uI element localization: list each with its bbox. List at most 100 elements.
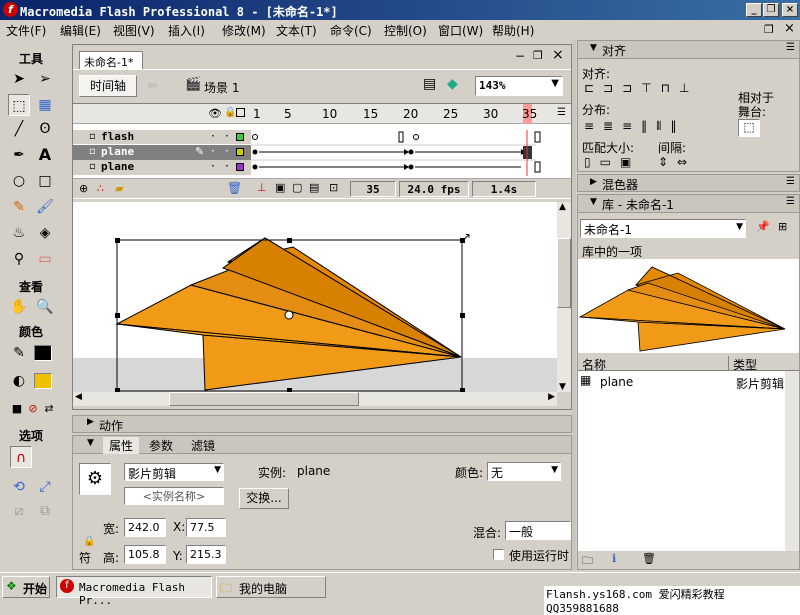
fill-color-swatch[interactable]	[34, 373, 52, 389]
stroke-color-swatch[interactable]	[34, 345, 52, 361]
panel-menu-icon[interactable]: ☰	[786, 196, 795, 207]
relative-to-stage-toggle[interactable]: ⬚	[738, 119, 760, 137]
edit-symbol-icon[interactable]: ◆	[447, 76, 458, 92]
color-select[interactable]: 无 ▼	[487, 462, 561, 481]
distribute-buttons[interactable]: ≡≣≡‖⦀‖	[584, 119, 685, 134]
taskbar-flash-task[interactable]: f Macromedia Flash Pr...	[56, 576, 212, 607]
line-tool-icon[interactable]: ╱	[8, 118, 30, 140]
tab-properties[interactable]: 属性	[103, 437, 140, 454]
start-button[interactable]: ❖ 开始	[2, 576, 50, 598]
new-library-panel-icon[interactable]: ⊞	[778, 220, 787, 233]
instance-name-input[interactable]: <实例名称>	[124, 487, 224, 505]
scale-icon[interactable]: ⤢	[34, 476, 56, 498]
subselection-tool-icon[interactable]: ➢	[34, 68, 56, 90]
taskbar-mycomputer-task[interactable]: 🗀 我的电脑	[216, 576, 326, 598]
tab-parameters[interactable]: 参数	[149, 437, 173, 454]
timeline-menu-icon[interactable]: ☰	[557, 107, 566, 118]
vertical-scrollbar[interactable]: ▲ ▼	[557, 202, 571, 392]
library-item[interactable]: ▦ plane 影片剪辑	[578, 373, 785, 391]
height-field[interactable]: 105.8	[124, 545, 166, 564]
runtime-cache-checkbox[interactable]	[493, 549, 504, 560]
insert-layer-icon[interactable]: ⊕	[79, 182, 88, 195]
ink-bottle-tool-icon[interactable]: ♨	[8, 222, 30, 244]
menu-insert[interactable]: 插入(I)	[168, 22, 205, 39]
pen-tool-icon[interactable]: ✒	[8, 144, 30, 166]
timeline-button[interactable]: 时间轴	[79, 75, 137, 97]
layer-visibility-dot[interactable]: ·	[211, 144, 215, 158]
delete-layer-icon[interactable]: 🗑	[227, 181, 242, 195]
snap-magnet-icon[interactable]: ∩	[10, 446, 32, 468]
color-mixer-panel[interactable]: ▶ 混色器 ☰	[577, 174, 800, 192]
menu-restore-icon[interactable]: ❐	[764, 23, 774, 36]
actions-panel-header[interactable]: ▶ 动作	[72, 415, 572, 433]
menu-text[interactable]: 文本(T)	[276, 22, 317, 39]
right-panel-divider[interactable]	[572, 40, 576, 570]
symbol-properties-icon[interactable]: ℹ	[612, 552, 616, 565]
menu-commands[interactable]: 命令(C)	[330, 22, 372, 39]
zoom-dropdown-icon[interactable]: ▼	[551, 78, 559, 89]
library-panel-header[interactable]: ▼ 库 - 未命名-1 ☰	[578, 195, 799, 213]
horizontal-scrollbar[interactable]: ◀ ▶	[73, 392, 557, 406]
layer-lock-dot[interactable]: ·	[225, 159, 229, 173]
swap-button[interactable]: 交换...	[239, 488, 289, 509]
width-field[interactable]: 242.0	[124, 518, 166, 537]
spacing-buttons[interactable]: ⇕⇔	[658, 155, 696, 169]
layer-lock-dot[interactable]: ·	[225, 129, 229, 143]
fill-color-icon[interactable]: ◐	[8, 370, 30, 392]
menu-file[interactable]: 文件(F)	[6, 22, 46, 39]
center-frame-icon[interactable]: ⊥	[257, 181, 267, 194]
panel-menu-icon[interactable]: ☰	[786, 42, 795, 53]
menu-help[interactable]: 帮助(H)	[492, 22, 534, 39]
align-buttons[interactable]: ⊏⊐⊐⊤⊓⊥	[584, 81, 698, 95]
library-document-select[interactable]: 未命名-1 ▼	[580, 219, 746, 238]
outline-all-icon[interactable]	[236, 108, 245, 117]
new-folder-icon[interactable]: 🗀	[582, 552, 593, 571]
menu-control[interactable]: 控制(O)	[384, 22, 427, 39]
y-field[interactable]: 215.3	[186, 545, 226, 564]
add-guide-layer-icon[interactable]: ∴	[97, 182, 104, 195]
panel-menu-icon[interactable]: ☰	[786, 176, 795, 187]
insert-folder-icon[interactable]: ▰	[115, 182, 123, 195]
doc-restore-icon[interactable]: ❐	[533, 49, 543, 62]
free-transform-tool-icon[interactable]: ⬚	[8, 94, 30, 116]
lasso-tool-icon[interactable]: ʘ	[34, 118, 56, 140]
zoom-select[interactable]: 143% ▼	[475, 76, 563, 96]
layer-outline-swatch[interactable]	[236, 133, 244, 141]
fill-transform-tool-icon[interactable]: ▦	[34, 94, 56, 116]
close-button[interactable]: ×	[782, 3, 798, 17]
back-arrow-icon[interactable]: ⇦	[147, 78, 157, 92]
layer-row[interactable]: ▫ plane · ·	[73, 159, 251, 175]
zoom-tool-icon[interactable]: 🔍	[34, 296, 56, 318]
modify-onion-markers-icon[interactable]: ⊡	[329, 181, 338, 194]
layer-lock-dot[interactable]: ·	[225, 144, 229, 158]
show-hide-all-icon[interactable]: 👁	[208, 107, 222, 120]
doc-close-icon[interactable]: ×	[552, 47, 564, 63]
paint-bucket-tool-icon[interactable]: ◈	[34, 222, 56, 244]
edit-multiple-frames-icon[interactable]: ▤	[309, 181, 319, 194]
frame-grid[interactable]	[251, 130, 556, 176]
frame-rate-field[interactable]: 24.0 fps	[399, 181, 469, 197]
lock-all-icon[interactable]: 🔒	[224, 107, 236, 118]
hand-tool-icon[interactable]: ✋	[8, 296, 30, 318]
menu-edit[interactable]: 编辑(E)	[60, 22, 101, 39]
menu-modify[interactable]: 修改(M)	[222, 22, 266, 39]
minimize-button[interactable]: _	[746, 3, 762, 17]
layer-outline-swatch[interactable]	[236, 148, 244, 156]
pencil-tool-icon[interactable]: ✎	[8, 196, 30, 218]
layer-visibility-dot[interactable]: ·	[211, 129, 215, 143]
brush-tool-icon[interactable]: 🖌	[34, 196, 56, 218]
plane-graphic[interactable]	[73, 202, 557, 392]
layer-visibility-dot[interactable]: ·	[211, 159, 215, 173]
collapse-arrow-icon[interactable]: ▼	[87, 438, 94, 448]
pin-library-icon[interactable]: 📌	[756, 220, 770, 233]
menu-window[interactable]: 窗口(W)	[438, 22, 483, 39]
rectangle-tool-icon[interactable]: □	[34, 170, 56, 192]
match-size-buttons[interactable]: ▯▭▣	[584, 155, 640, 169]
delete-item-icon[interactable]: 🗑	[642, 552, 656, 565]
onion-skin-outline-icon[interactable]: ▢	[292, 181, 302, 194]
lock-aspect-icon[interactable]: 🔒	[83, 536, 95, 547]
align-panel-header[interactable]: ▼ 对齐 ☰	[578, 41, 799, 59]
edit-scene-icon[interactable]: ▤	[423, 76, 436, 92]
selection-tool-icon[interactable]: ➤	[8, 68, 30, 90]
menu-view[interactable]: 视图(V)	[113, 22, 155, 39]
